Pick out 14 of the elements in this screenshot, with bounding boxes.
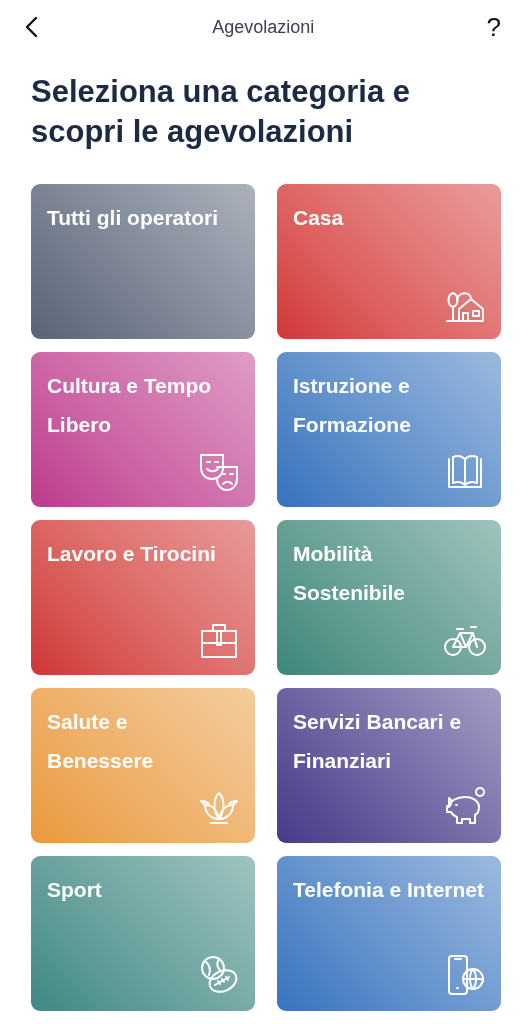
category-card[interactable]: Casa: [277, 184, 501, 339]
category-card[interactable]: Cultura e Tempo Libero: [31, 352, 255, 507]
category-card[interactable]: Sport: [31, 856, 255, 1011]
page-title: Agevolazioni: [212, 16, 315, 38]
category-card[interactable]: Telefonia e Internet: [277, 856, 501, 1011]
category-card[interactable]: Servizi Bancari e Finanziari: [277, 688, 501, 843]
category-card[interactable]: Tutti gli operatori: [31, 184, 255, 339]
category-card[interactable]: Istruzione e Formazione: [277, 352, 501, 507]
category-card[interactable]: Mobilità Sostenibile: [277, 520, 501, 675]
help-button[interactable]: ?: [486, 11, 501, 43]
back-icon[interactable]: [24, 16, 40, 38]
category-card[interactable]: Salute e Benessere: [31, 688, 255, 843]
category-card[interactable]: Lavoro e Tirocini: [31, 520, 255, 675]
section-heading: Seleziona una categoria e scopri le agevolazioni: [31, 73, 412, 151]
